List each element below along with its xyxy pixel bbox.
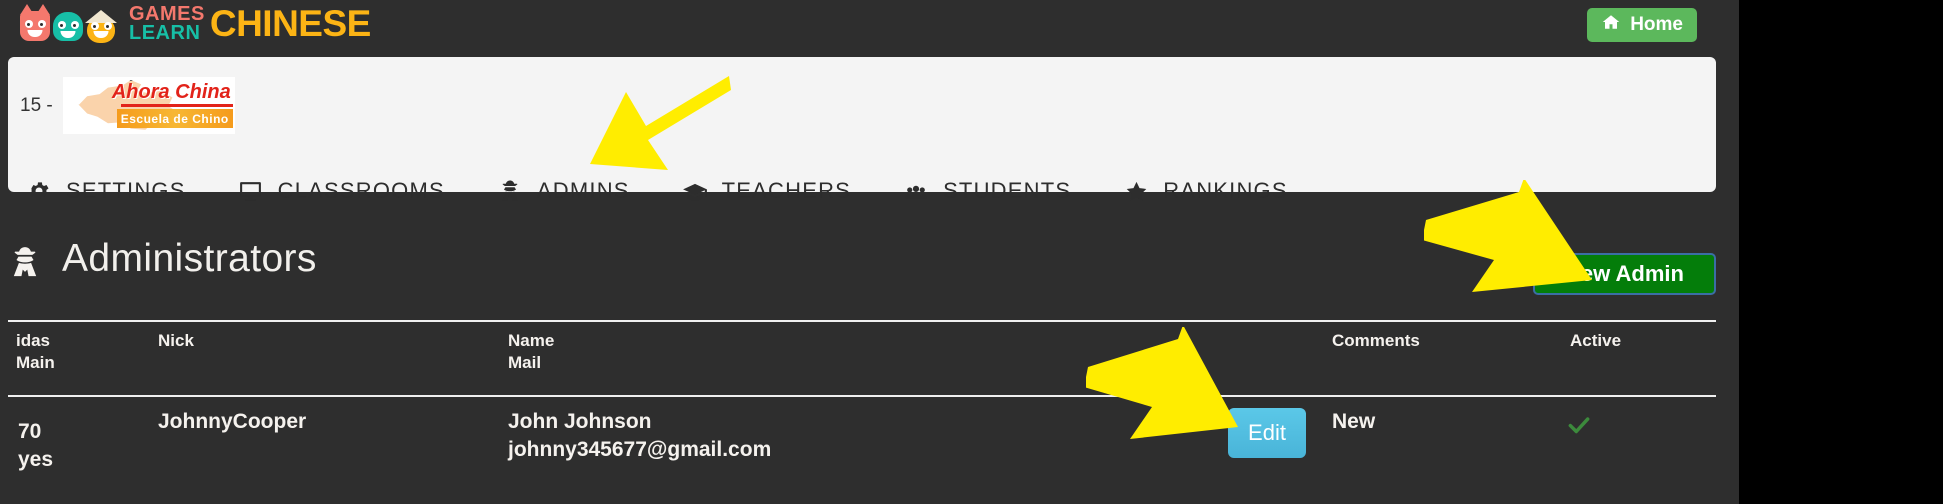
nav-item-rankings[interactable]: RANKINGS <box>1123 178 1288 204</box>
new-admin-button[interactable]: New Admin <box>1533 253 1716 295</box>
admin-section-header: Administrators New Admin <box>0 235 1739 297</box>
school-logo-title: Ahora China <box>111 81 231 103</box>
nav-item-students-label: STUDENTS <box>943 178 1072 203</box>
nav-item-rankings-label: RANKINGS <box>1163 178 1288 203</box>
gear-icon <box>26 178 52 204</box>
nav-item-settings-label: SETTINGS <box>66 178 186 203</box>
brand-learn-text: LEARN <box>129 22 201 44</box>
table-header-ids: idas Main <box>16 331 55 372</box>
chinese-hat-monster-icon <box>85 9 117 43</box>
arrow-to-edit-annotation <box>1084 325 1246 442</box>
table-row-cell-name: John Johnson johnny345677@gmail.com <box>508 410 772 461</box>
table-header-nick: Nick <box>158 331 194 350</box>
home-icon <box>1601 13 1621 37</box>
table-header-divider-top <box>8 320 1716 322</box>
check-icon <box>1566 412 1592 438</box>
nav-item-settings[interactable]: SETTINGS <box>26 178 186 204</box>
nav-item-teachers-label: TEACHERS <box>721 178 852 203</box>
table-header-name: Name Mail <box>508 331 555 372</box>
user-secret-icon <box>497 178 523 204</box>
teal-monster-icon <box>53 12 83 41</box>
top-bar: GAMES LEARN CHINESE Home <box>0 0 1739 50</box>
nav-item-teachers[interactable]: TEACHERS <box>682 178 851 204</box>
star-icon <box>1123 178 1149 204</box>
nav-item-admins[interactable]: ADMINS <box>497 178 630 204</box>
monitor-icon <box>238 178 264 204</box>
table-header-divider-bottom <box>8 395 1716 397</box>
school-logo-subtitle: Escuela de Chino <box>120 111 229 126</box>
school-logo-divider <box>120 104 233 107</box>
edit-button[interactable]: Edit <box>1228 408 1306 458</box>
table-header-active: Active <box>1570 331 1622 350</box>
table-row-cell-ids: 70 yes <box>18 420 54 471</box>
school-card: 15 - Ahora China Escuela de Chino <box>8 57 1716 192</box>
home-button[interactable]: Home <box>1587 8 1697 42</box>
home-button-label: Home <box>1630 14 1683 35</box>
brand-logo[interactable]: GAMES LEARN CHINESE <box>20 2 371 46</box>
school-number-label: 15 - <box>20 94 53 116</box>
school-logo: Ahora China Escuela de Chino <box>62 77 235 134</box>
main-nav: SETTINGS CLASSROOMS ADMINS TEACHERS STUD <box>26 178 1340 204</box>
user-secret-icon <box>8 245 42 279</box>
table-row-cell-comments: New <box>1332 410 1376 433</box>
table-header-comments: Comments <box>1332 331 1420 350</box>
page-title: Administrators <box>62 237 317 280</box>
nav-item-students[interactable]: STUDENTS <box>903 178 1071 204</box>
users-group-icon <box>903 178 929 204</box>
page-root: GAMES LEARN CHINESE Home 15 - Ahora Chin… <box>0 0 1739 504</box>
new-admin-button-label: New Admin <box>1565 261 1684 286</box>
edit-button-label: Edit <box>1248 420 1286 445</box>
graduation-cap-icon <box>682 178 708 204</box>
nav-item-classrooms[interactable]: CLASSROOMS <box>238 178 445 204</box>
nav-item-admins-label: ADMINS <box>536 178 630 203</box>
school-logo-subtitle-bar: Escuela de Chino <box>116 109 233 128</box>
brand-wordmark: GAMES LEARN CHINESE <box>129 3 371 45</box>
brand-chinese-text: CHINESE <box>209 3 371 44</box>
table-row-cell-nick: JohnnyCooper <box>158 410 307 433</box>
nav-item-classrooms-label: CLASSROOMS <box>277 178 445 203</box>
school-header-row: 15 - Ahora China Escuela de Chino <box>20 77 235 134</box>
pink-monster-icon <box>20 4 50 41</box>
